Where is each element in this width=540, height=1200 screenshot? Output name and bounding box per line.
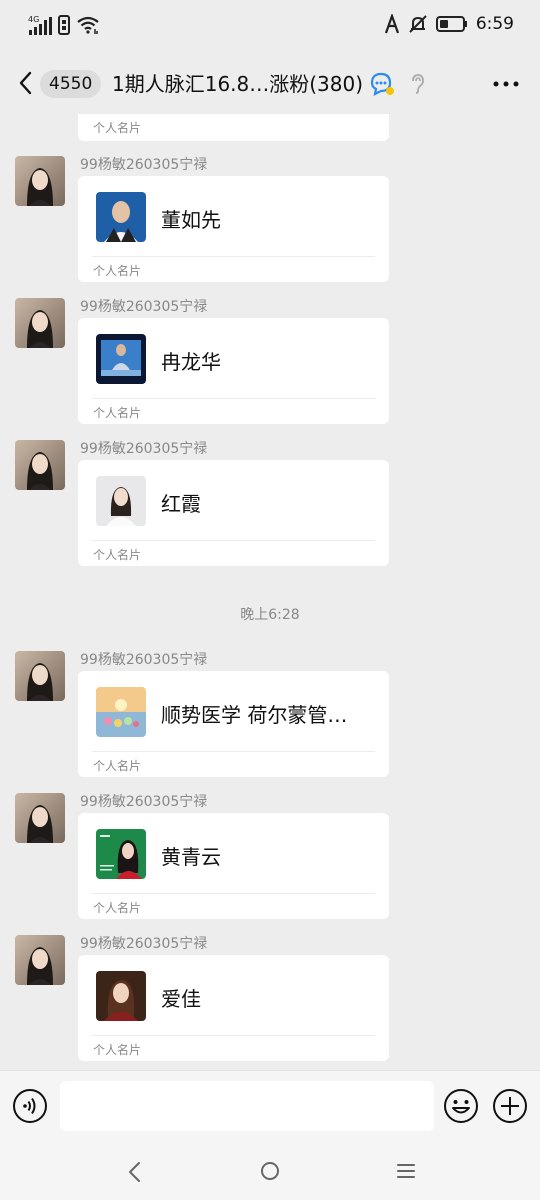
system-nav-bar bbox=[0, 1142, 540, 1200]
sender-name: 99杨敏260305宁禄 bbox=[80, 157, 208, 173]
partial-contact-card[interactable]: 个人名片 bbox=[78, 114, 389, 141]
card-avatar bbox=[96, 971, 146, 1021]
nav-back-icon[interactable] bbox=[125, 1160, 145, 1184]
card-type-label: 个人名片 bbox=[93, 264, 142, 278]
unread-count-badge[interactable]: 4550 bbox=[40, 70, 102, 98]
card-avatar bbox=[96, 829, 146, 879]
card-type-label: 个人名片 bbox=[93, 121, 142, 135]
contact-card[interactable]: 顺势医学 荷尔蒙管… 个人名片 bbox=[78, 671, 389, 777]
message-item: 99杨敏260305宁禄 爱佳 个人名片 bbox=[0, 935, 540, 1063]
message-item: 99杨敏260305宁禄 黄青云 个人名片 bbox=[0, 793, 540, 921]
signal-icon: 4G bbox=[28, 15, 52, 35]
nav-menu-icon[interactable] bbox=[395, 1162, 417, 1180]
card-contact-name: 冉龙华 bbox=[161, 350, 221, 374]
sender-name: 99杨敏260305宁禄 bbox=[80, 794, 208, 810]
card-divider bbox=[92, 398, 375, 399]
status-right: 6:59 bbox=[384, 14, 514, 34]
card-contact-name: 黄青云 bbox=[161, 845, 221, 869]
message-item: 99杨敏260305宁禄 红霞 个人名片 bbox=[0, 440, 540, 568]
card-divider bbox=[92, 893, 375, 894]
card-contact-name: 爱佳 bbox=[161, 987, 201, 1011]
card-divider bbox=[92, 256, 375, 257]
card-type-label: 个人名片 bbox=[93, 548, 142, 562]
card-avatar bbox=[96, 476, 146, 526]
voice-icon[interactable] bbox=[12, 1088, 48, 1124]
network-type-label: 4G bbox=[28, 15, 39, 24]
sender-avatar[interactable] bbox=[15, 935, 65, 985]
battery-icon bbox=[435, 16, 467, 32]
message-list[interactable]: 个人名片 99杨敏260305宁禄 董如先 个人名片 99杨敏260305宁禄 … bbox=[0, 114, 540, 1070]
card-contact-name: 顺势医学 荷尔蒙管… bbox=[161, 703, 348, 727]
contact-card[interactable]: 爱佳 个人名片 bbox=[78, 955, 389, 1061]
message-input[interactable] bbox=[60, 1081, 434, 1131]
card-contact-name: 红霞 bbox=[161, 492, 201, 516]
card-avatar bbox=[96, 334, 146, 384]
sender-name: 99杨敏260305宁禄 bbox=[80, 441, 208, 457]
back-icon[interactable] bbox=[14, 68, 38, 98]
sender-avatar[interactable] bbox=[15, 440, 65, 490]
time-separator: 晚上6:28 bbox=[240, 607, 300, 623]
emoji-icon[interactable] bbox=[443, 1088, 479, 1124]
contact-card[interactable]: 红霞 个人名片 bbox=[78, 460, 389, 566]
card-type-label: 个人名片 bbox=[93, 1043, 142, 1057]
card-divider bbox=[92, 751, 375, 752]
chat-title: 1期人脉汇16.8…涨粉(380) bbox=[112, 72, 364, 96]
card-type-label: 个人名片 bbox=[93, 406, 142, 420]
sender-name: 99杨敏260305宁禄 bbox=[80, 652, 208, 668]
autobrightness-icon bbox=[384, 14, 399, 34]
status-bar: 4G 6:59 bbox=[0, 0, 540, 52]
ear-icon[interactable] bbox=[408, 72, 428, 96]
status-left: 4G bbox=[28, 14, 100, 36]
sender-avatar[interactable] bbox=[15, 793, 65, 843]
message-item: 99杨敏260305宁禄 董如先 个人名片 bbox=[0, 156, 540, 284]
more-icon[interactable] bbox=[490, 74, 522, 94]
sender-avatar[interactable] bbox=[15, 298, 65, 348]
input-bar bbox=[0, 1070, 540, 1143]
chat-header: 4550 1期人脉汇16.8…涨粉(380) bbox=[0, 52, 540, 114]
nav-home-icon[interactable] bbox=[259, 1160, 281, 1182]
chat-bubble-icon[interactable] bbox=[368, 70, 396, 98]
sender-avatar[interactable] bbox=[15, 651, 65, 701]
card-divider bbox=[92, 540, 375, 541]
card-divider bbox=[92, 1035, 375, 1036]
wifi-icon bbox=[77, 16, 99, 34]
message-item: 99杨敏260305宁禄 冉龙华 个人名片 bbox=[0, 298, 540, 426]
card-avatar bbox=[96, 687, 146, 737]
contact-card[interactable]: 董如先 个人名片 bbox=[78, 176, 389, 282]
sender-name: 99杨敏260305宁禄 bbox=[80, 936, 208, 952]
contact-card[interactable]: 黄青云 个人名片 bbox=[78, 813, 389, 919]
card-type-label: 个人名片 bbox=[93, 901, 142, 915]
sender-name: 99杨敏260305宁禄 bbox=[80, 299, 208, 315]
card-contact-name: 董如先 bbox=[161, 208, 221, 232]
card-avatar bbox=[96, 192, 146, 242]
mute-bell-icon bbox=[409, 15, 427, 33]
card-type-label: 个人名片 bbox=[93, 759, 142, 773]
sim-icon bbox=[58, 15, 70, 35]
plus-icon[interactable] bbox=[492, 1088, 528, 1124]
contact-card[interactable]: 冉龙华 个人名片 bbox=[78, 318, 389, 424]
status-time: 6:59 bbox=[475, 14, 514, 34]
message-item: 99杨敏260305宁禄 顺势医学 荷尔蒙管… 个人名片 bbox=[0, 651, 540, 779]
sender-avatar[interactable] bbox=[15, 156, 65, 206]
